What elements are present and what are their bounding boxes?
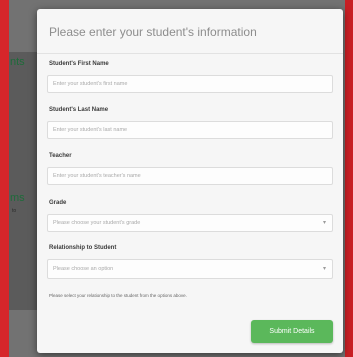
last-name-placeholder: Enter your student's last name <box>53 127 128 133</box>
relationship-label: Relationship to Student <box>49 245 117 251</box>
last-name-input[interactable]: Enter your student's last name <box>47 121 333 139</box>
background-heading-fragment: nts <box>10 56 25 68</box>
background-text-fragment: to <box>12 208 17 214</box>
relationship-placeholder: Please choose an option <box>53 266 114 272</box>
last-name-label: Student's Last Name <box>49 107 109 113</box>
teacher-label: Teacher <box>49 153 72 159</box>
submit-details-button[interactable]: Submit Details <box>251 320 333 343</box>
background-heading-fragment: ms <box>10 192 25 204</box>
chevron-down-icon: ▾ <box>322 266 326 272</box>
first-name-input[interactable]: Enter your student's first name <box>47 75 333 93</box>
grade-label: Grade <box>49 200 67 206</box>
grade-placeholder: Please choose your student's grade <box>53 220 141 226</box>
first-name-label: Student's First Name <box>49 61 109 67</box>
relationship-select[interactable]: Please choose an option ▾ <box>47 259 333 279</box>
modal-header: Please enter your student's information <box>37 9 343 54</box>
modal-title: Please enter your student's information <box>49 25 257 39</box>
student-info-modal: Please enter your student's information … <box>37 9 343 353</box>
chevron-down-icon: ▾ <box>322 220 326 226</box>
first-name-placeholder: Enter your student's first name <box>53 81 128 87</box>
grade-select[interactable]: Please choose your student's grade ▾ <box>47 214 333 232</box>
teacher-placeholder: Enter your student's teacher's name <box>53 173 141 179</box>
relationship-help-text: Please select your relationship to the s… <box>49 293 187 298</box>
teacher-input[interactable]: Enter your student's teacher's name <box>47 167 333 185</box>
